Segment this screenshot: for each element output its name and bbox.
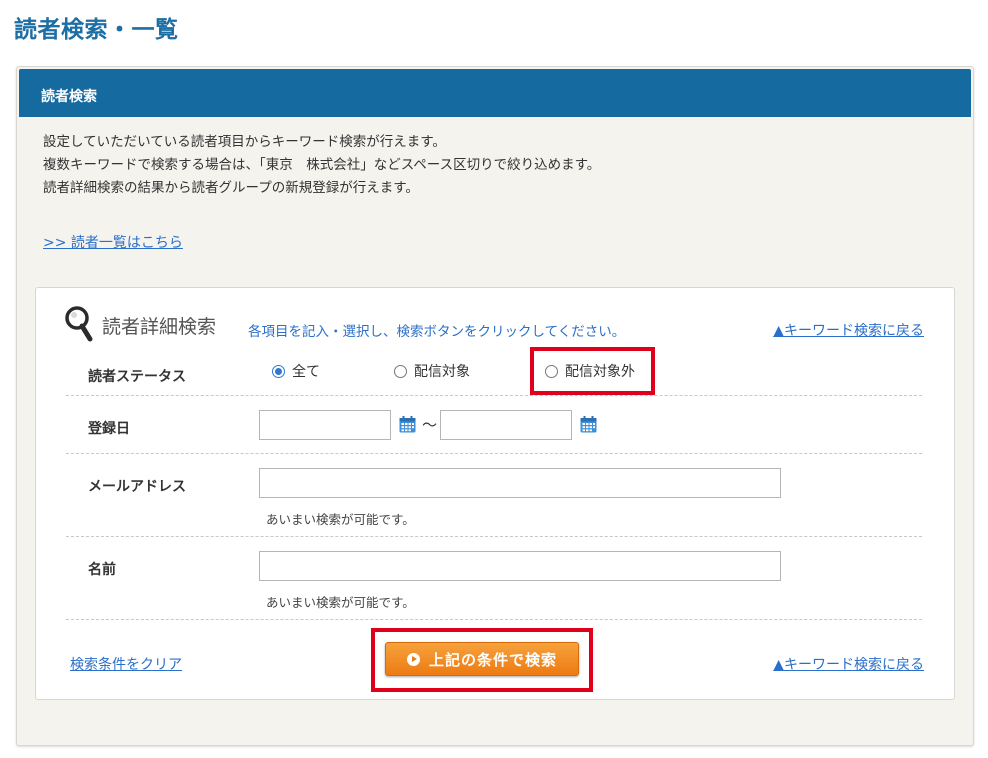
radio-label: 配信対象 bbox=[414, 364, 470, 380]
registration-date-from-input[interactable] bbox=[259, 410, 391, 440]
search-button-label: 上記の条件で検索 bbox=[428, 650, 557, 669]
name-fuzzy-note: あいまい検索が可能です。 bbox=[266, 595, 415, 610]
name-label: 名前 bbox=[88, 562, 116, 578]
search-button[interactable]: 上記の条件で検索 bbox=[385, 642, 579, 676]
radio-unchecked-icon bbox=[545, 364, 558, 378]
name-input[interactable] bbox=[259, 551, 781, 581]
row-divider bbox=[66, 619, 922, 620]
row-divider bbox=[66, 453, 922, 454]
clear-conditions-link[interactable]: 検索条件をクリア bbox=[70, 654, 182, 674]
back-to-keyword-search-link[interactable]: ▲キーワード検索に戻る bbox=[773, 320, 924, 340]
description-line: 複数キーワードで検索する場合は、「東京 株式会社」などスペース区切りで絞り込めま… bbox=[43, 157, 601, 173]
row-divider bbox=[66, 395, 922, 396]
radio-label: 配信対象外 bbox=[565, 364, 635, 380]
radio-label: 全て bbox=[292, 364, 320, 380]
email-label: メールアドレス bbox=[88, 479, 186, 495]
detail-search-hint: 各項目を記入・選択し、検索ボタンをクリックしてください。 bbox=[248, 324, 626, 340]
description-line: 読者詳細検索の結果から読者グループの新規登録が行えます。 bbox=[43, 180, 419, 196]
reader-list-link[interactable]: >> 読者一覧はこちら bbox=[43, 232, 183, 252]
status-label: 読者ステータス bbox=[88, 369, 186, 385]
page-title: 読者検索・一覧 bbox=[14, 17, 179, 43]
registration-date-label: 登録日 bbox=[88, 421, 130, 437]
radio-checked-icon bbox=[272, 364, 285, 378]
email-input[interactable] bbox=[259, 468, 781, 498]
panel-header: 読者検索 bbox=[19, 69, 971, 117]
play-icon bbox=[406, 652, 420, 666]
email-fuzzy-note: あいまい検索が可能です。 bbox=[266, 512, 415, 527]
status-radio-target[interactable]: 配信対象 bbox=[394, 361, 470, 381]
magnifier-icon bbox=[65, 306, 93, 342]
radio-unchecked-icon bbox=[394, 364, 407, 378]
detail-search-box: 読者詳細検索 各項目を記入・選択し、検索ボタンをクリックしてください。 ▲キーワ… bbox=[35, 287, 955, 700]
row-divider bbox=[66, 536, 922, 537]
date-range-separator: 〜 bbox=[422, 416, 438, 434]
description-line: 設定していただいている読者項目からキーワード検索が行えます。 bbox=[43, 134, 446, 150]
panel-description: 設定していただいている読者項目からキーワード検索が行えます。 複数キーワードで検… bbox=[43, 131, 600, 200]
detail-search-title: 読者詳細検索 bbox=[102, 316, 217, 338]
back-to-keyword-search-link[interactable]: ▲キーワード検索に戻る bbox=[773, 654, 924, 674]
reader-search-panel: 読者検索 設定していただいている読者項目からキーワード検索が行えます。 複数キー… bbox=[16, 66, 974, 746]
calendar-icon[interactable] bbox=[580, 416, 597, 433]
status-radio-all[interactable]: 全て bbox=[272, 361, 320, 381]
registration-date-to-input[interactable] bbox=[440, 410, 572, 440]
calendar-icon[interactable] bbox=[399, 416, 416, 433]
status-radio-excluded[interactable]: 配信対象外 bbox=[545, 361, 635, 381]
